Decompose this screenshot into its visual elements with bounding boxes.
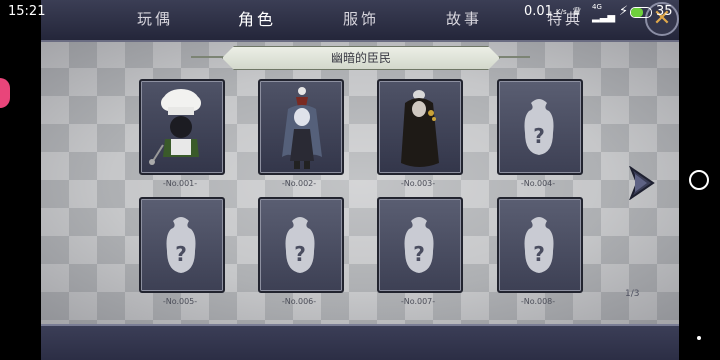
tab-dolls[interactable]: 玩偶 <box>137 8 173 29</box>
locked-question-icon: ? <box>524 217 554 273</box>
long-hair-girl-character-image <box>282 87 322 169</box>
category-title: 幽暗的臣民 <box>330 51 391 65</box>
banner-line-left <box>191 56 225 58</box>
next-page-arrow-icon[interactable] <box>627 166 655 200</box>
card-number-6: -No.006- <box>281 297 317 306</box>
card-number-8: -No.008- <box>520 297 556 306</box>
card-number-5: -No.005- <box>162 297 198 306</box>
top-tab-bar: 玩偶 角色 服饰 故事 特典 ✕ <box>41 0 679 42</box>
left-black-bar <box>0 0 41 360</box>
character-card-2[interactable] <box>258 79 344 175</box>
locked-card-7[interactable]: ? <box>377 197 463 293</box>
svg-text:?: ? <box>413 242 425 266</box>
chef-character-image <box>149 89 201 165</box>
card-number-3: -No.003- <box>400 179 436 188</box>
tab-characters[interactable]: 角色 <box>238 6 276 30</box>
status-battery-level: 35 <box>656 4 673 19</box>
tab-costumes[interactable]: 服饰 <box>343 8 379 29</box>
character-card-3[interactable] <box>377 79 463 175</box>
game-screen: 玩偶 角色 服饰 故事 特典 ✕ 幽暗的臣民 -No.001- -No.002-… <box>41 0 679 360</box>
locked-card-4[interactable]: ? <box>497 79 583 175</box>
character-card-1[interactable] <box>139 79 225 175</box>
locked-question-icon: ? <box>404 217 434 273</box>
home-nav-button[interactable] <box>689 170 709 190</box>
charging-icon: ⚡ <box>619 4 629 19</box>
locked-card-8[interactable]: ? <box>497 197 583 293</box>
card-number-7: -No.007- <box>400 297 436 306</box>
locked-card-6[interactable]: ? <box>258 197 344 293</box>
nav-dot-icon <box>697 336 701 340</box>
locked-question-icon: ? <box>166 217 196 273</box>
battery-icon <box>630 7 652 18</box>
locked-card-5[interactable]: ? <box>139 197 225 293</box>
svg-text:?: ? <box>533 124 545 148</box>
banner-line-right <box>496 56 530 58</box>
status-alarm-icon: ♛ <box>572 5 582 18</box>
status-network-speed: 0.01 <box>524 4 553 19</box>
status-time: 15:21 <box>8 4 46 19</box>
card-number-2: -No.002- <box>281 179 317 188</box>
category-banner: 幽暗的臣民 <box>222 46 500 70</box>
signal-icon: ▂▃▅ <box>592 12 616 23</box>
page-indicator: 1/3 <box>625 289 640 299</box>
bottom-bar <box>41 324 679 360</box>
svg-text:?: ? <box>294 242 306 266</box>
dark-robe-character-image <box>401 90 439 167</box>
card-number-1: -No.001- <box>162 179 198 188</box>
locked-question-icon: ? <box>285 217 315 273</box>
card-number-4: -No.004- <box>520 179 556 188</box>
svg-text:?: ? <box>175 242 187 266</box>
svg-text:?: ? <box>533 242 545 266</box>
status-speed-unit: K/s <box>556 8 567 16</box>
locked-question-icon: ? <box>524 99 554 155</box>
tab-stories[interactable]: 故事 <box>446 8 482 29</box>
